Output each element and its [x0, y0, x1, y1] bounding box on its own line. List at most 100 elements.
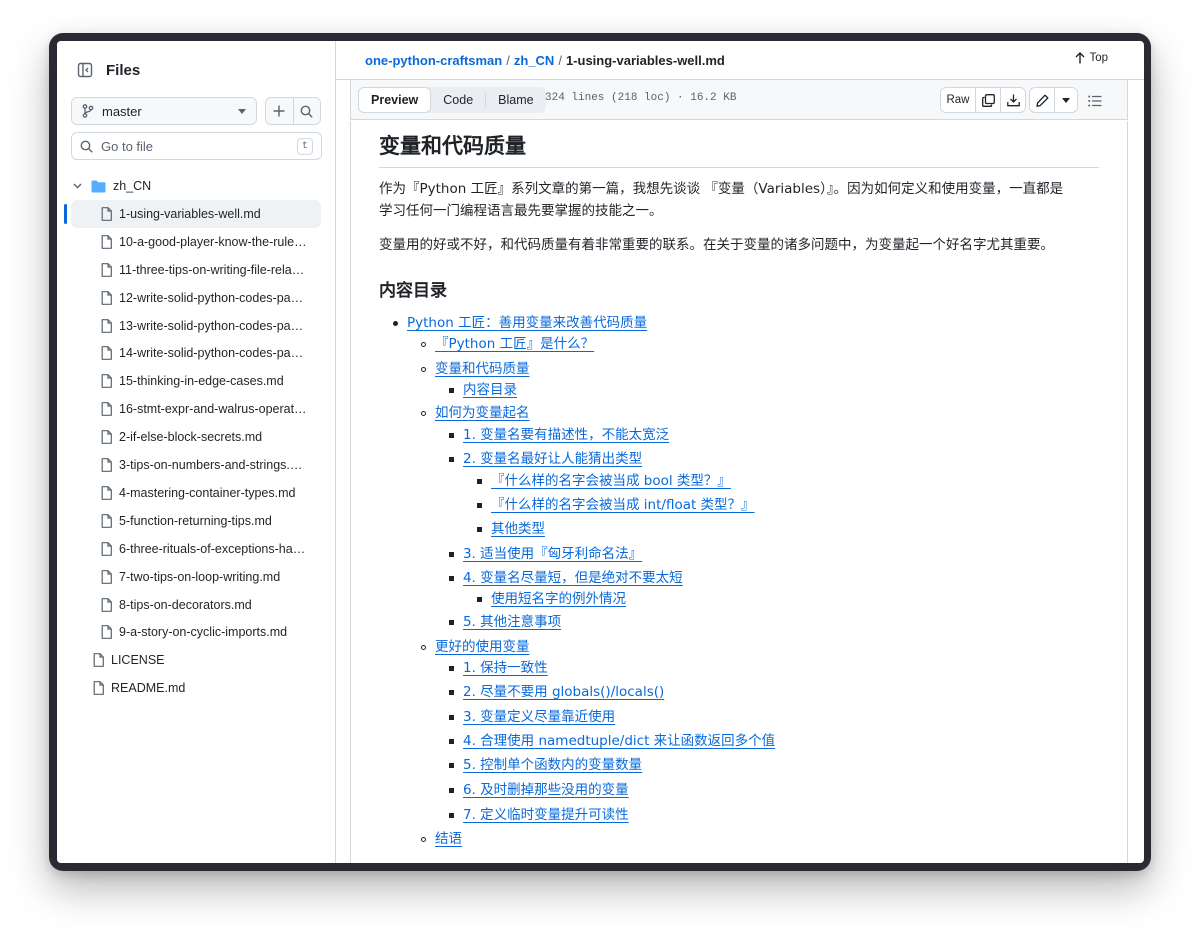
toc-link[interactable]: 内容目录 — [463, 382, 517, 398]
list-bullet — [477, 527, 482, 532]
tab-blame[interactable]: Blame — [486, 87, 545, 113]
toc-link[interactable]: 4. 合理使用 namedtuple/dict 来让函数返回多个值 — [463, 733, 775, 749]
breadcrumb-current-file: 1-using-variables-well.md — [565, 52, 725, 68]
tree-file-item[interactable]: 1-using-variables-well.md — [71, 199, 321, 228]
toc-link[interactable]: 6. 及时删掉那些没用的变量 — [463, 782, 629, 798]
toc-link[interactable]: 变量和代码质量 — [435, 361, 530, 377]
toc-link[interactable]: 2. 变量名最好让人能猜出类型 — [463, 451, 642, 467]
go-to-file-input[interactable]: Go to file t — [71, 132, 322, 160]
add-file-button[interactable] — [266, 98, 293, 124]
tree-file-item[interactable]: 12-write-solid-python-codes-pa… — [71, 284, 321, 312]
toc-link[interactable]: 5. 其他注意事项 — [463, 614, 561, 630]
toc-link[interactable]: 『什么样的名字会被当成 bool 类型？』 — [491, 473, 731, 489]
caret-down-icon — [1062, 97, 1070, 103]
breadcrumb-folder-link[interactable]: zh_CN — [514, 53, 554, 68]
file-icon — [101, 402, 112, 417]
sidebar-actions — [265, 97, 321, 125]
file-toolbar: Preview Code Blame 324 lines (218 loc) ·… — [350, 80, 1128, 120]
toc-link[interactable]: 『什么样的名字会被当成 int/float 类型？』 — [491, 497, 755, 513]
breadcrumb-separator: / — [506, 52, 510, 68]
tree-file-item[interactable]: 8-tips-on-decorators.md — [71, 591, 321, 619]
toc-link[interactable]: 结语 — [435, 831, 462, 847]
tree-root-file-item[interactable]: LICENSE — [71, 646, 321, 674]
toc-link[interactable]: 使用短名字的例外情况 — [491, 591, 626, 607]
file-icon — [101, 625, 112, 640]
tree-file-item[interactable]: 5-function-returning-tips.md — [71, 507, 321, 535]
tree-file-item[interactable]: 14-write-solid-python-codes-pa… — [71, 339, 321, 367]
download-button[interactable] — [1000, 88, 1025, 112]
toc-link[interactable]: 5. 控制单个函数内的变量数量 — [463, 757, 642, 773]
toc-link[interactable]: 更好的使用变量 — [435, 639, 530, 655]
tab-code[interactable]: Code — [431, 87, 485, 113]
edit-options-dropdown[interactable] — [1054, 88, 1077, 112]
plus-icon — [273, 105, 285, 117]
copy-raw-button[interactable] — [975, 88, 1000, 112]
file-icon — [101, 346, 112, 361]
toc-link[interactable]: 7. 定义临时变量提升可读性 — [463, 807, 629, 823]
tree-file-item[interactable]: 2-if-else-block-secrets.md — [71, 423, 321, 451]
tree-file-label: README.md — [111, 681, 186, 696]
tree-file-item[interactable]: 9-a-story-on-cyclic-imports.md — [71, 618, 321, 646]
toc-link[interactable]: 2. 尽量不要用 globals()/locals() — [463, 684, 664, 700]
tree-file-item[interactable]: 3-tips-on-numbers-and-strings.… — [71, 451, 321, 479]
sidebar-title: Files — [106, 61, 141, 79]
toc-link[interactable]: 1. 保持一致性 — [463, 660, 548, 676]
raw-button[interactable]: Raw — [941, 88, 975, 112]
back-to-top-button[interactable]: Top — [1075, 52, 1108, 64]
tree-file-label: 12-write-solid-python-codes-pa… — [119, 290, 304, 305]
list-bullet — [449, 457, 454, 462]
file-icon — [101, 485, 112, 500]
edit-file-button[interactable] — [1030, 88, 1054, 112]
list-bullet — [449, 620, 454, 625]
list-bullet — [421, 367, 426, 372]
file-icon — [101, 541, 112, 556]
toc-link[interactable]: 1. 变量名要有描述性，不能太宽泛 — [463, 427, 669, 443]
list-bullet — [421, 645, 426, 650]
file-icon — [101, 262, 112, 277]
tree-file-label: LICENSE — [111, 653, 165, 668]
tree-file-label: 4-mastering-container-types.md — [119, 485, 296, 500]
toc-item: 4. 变量名尽量短，但是绝对不要太短 — [463, 568, 683, 588]
file-icon — [101, 290, 112, 305]
outline-button[interactable] — [1088, 94, 1102, 112]
toc-link[interactable]: 如何为变量起名 — [435, 405, 530, 421]
tree-file-item[interactable]: 13-write-solid-python-codes-pa… — [71, 312, 321, 340]
toc-link[interactable]: 4. 变量名尽量短，但是绝对不要太短 — [463, 570, 683, 586]
search-files-button[interactable] — [292, 98, 321, 124]
toc-link[interactable]: 其他类型 — [491, 521, 545, 537]
toc-link[interactable]: 『Python 工匠』是什么？ — [435, 336, 594, 352]
tab-preview[interactable]: Preview — [358, 87, 432, 113]
caret-down-icon — [238, 108, 246, 114]
tree-file-item[interactable]: 16-stmt-expr-and-walrus-operat… — [71, 395, 321, 423]
list-bullet — [449, 788, 454, 793]
active-file-indicator — [64, 203, 67, 224]
tree-root-file-item[interactable]: README.md — [71, 674, 321, 702]
tree-folder-zh-cn[interactable]: zh_CN — [71, 172, 321, 200]
file-icon — [101, 430, 112, 444]
toc-link[interactable]: 3. 变量定义尽量靠近使用 — [463, 709, 615, 725]
toc-item: 结语 — [435, 829, 462, 849]
markdown-preview: 变量和代码质量 作为『Python 工匠』系列文章的第一篇，我想先谈谈 『变量（… — [350, 121, 1128, 863]
branch-selector[interactable]: master — [71, 97, 257, 125]
toc-item: 1. 保持一致性 — [463, 658, 548, 678]
tree-file-label: 2-if-else-block-secrets.md — [119, 430, 263, 445]
toc-item: 2. 变量名最好让人能猜出类型 — [463, 449, 642, 469]
browser-window: Files master Go to file t zh_CN 1-using-v… — [57, 41, 1144, 863]
list-bullet — [477, 479, 482, 484]
tree-file-item[interactable]: 11-three-tips-on-writing-file-rela… — [71, 256, 321, 284]
sidebar-header: Files — [72, 59, 140, 81]
tree-file-item[interactable]: 10-a-good-player-know-the-rule… — [71, 228, 321, 256]
breadcrumb-repo-link[interactable]: one-python-craftsman — [365, 53, 502, 68]
collapse-sidebar-icon[interactable] — [72, 57, 98, 83]
breadcrumb-separator: / — [558, 52, 562, 68]
tree-file-item[interactable]: 6-three-rituals-of-exceptions-ha… — [71, 535, 321, 563]
tree-file-item[interactable]: 15-thinking-in-edge-cases.md — [71, 367, 321, 395]
list-bullet — [449, 763, 454, 768]
tree-file-item[interactable]: 7-two-tips-on-loop-writing.md — [71, 563, 321, 591]
toc-link[interactable]: 3. 适当使用『匈牙利命名法』 — [463, 546, 642, 562]
tree-file-item[interactable]: 4-mastering-container-types.md — [71, 479, 321, 507]
raw-copy-download-group: Raw — [940, 87, 1026, 113]
file-info: 324 lines (218 loc) · 16.2 KB — [545, 92, 737, 104]
list-bullet — [477, 597, 482, 602]
toc-link[interactable]: Python 工匠：善用变量来改善代码质量 — [407, 315, 647, 331]
